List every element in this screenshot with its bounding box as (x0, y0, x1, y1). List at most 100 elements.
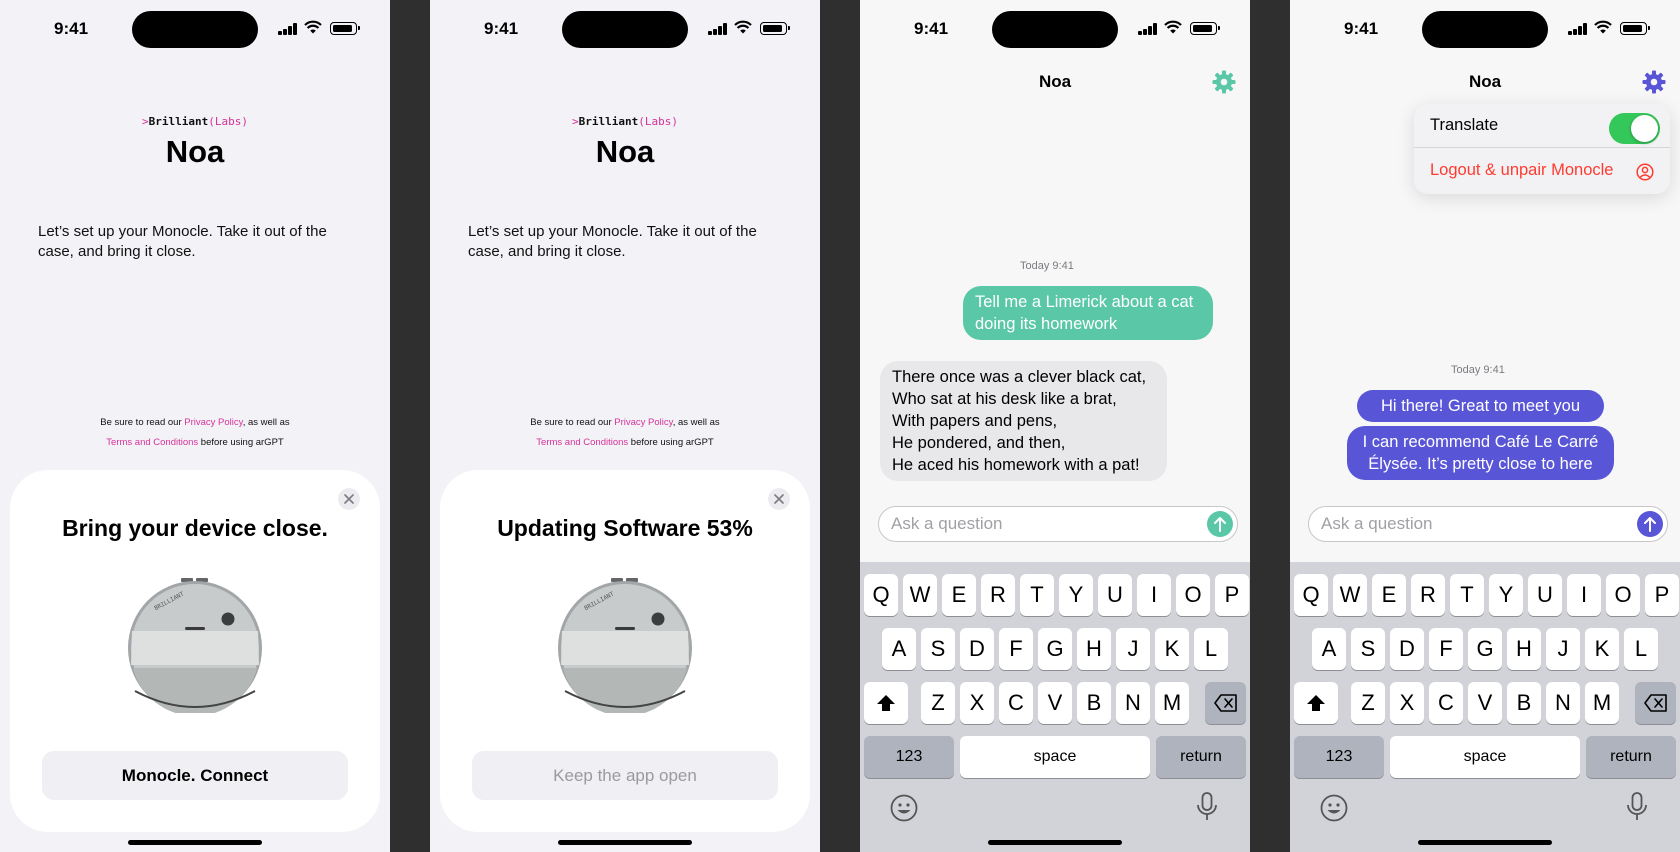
key-b[interactable]: B (1507, 682, 1541, 724)
return-key[interactable]: return (1156, 736, 1246, 778)
key-h[interactable]: H (1077, 628, 1111, 670)
key-a[interactable]: A (1312, 628, 1346, 670)
key-t[interactable]: T (1020, 574, 1054, 616)
microphone-icon[interactable] (1626, 792, 1648, 822)
terms-link[interactable]: Terms and Conditions (106, 437, 198, 448)
key-e[interactable]: E (942, 574, 976, 616)
key-u[interactable]: U (1528, 574, 1562, 616)
backspace-icon (1643, 694, 1667, 712)
sheet-title: Bring your device close. (62, 515, 328, 541)
key-k[interactable]: K (1585, 628, 1619, 670)
translate-row: Translate (1414, 104, 1670, 148)
key-m[interactable]: M (1155, 682, 1189, 724)
question-input[interactable] (1321, 507, 1621, 541)
key-f[interactable]: F (1429, 628, 1463, 670)
send-button[interactable] (1637, 511, 1663, 537)
key-s[interactable]: S (1351, 628, 1385, 670)
close-button[interactable] (338, 488, 360, 510)
close-button[interactable] (768, 488, 790, 510)
numbers-key[interactable]: 123 (864, 736, 954, 778)
key-c[interactable]: C (999, 682, 1033, 724)
key-a[interactable]: A (882, 628, 916, 670)
key-e[interactable]: E (1372, 574, 1406, 616)
key-r[interactable]: R (1411, 574, 1445, 616)
key-s[interactable]: S (921, 628, 955, 670)
key-q[interactable]: Q (1294, 574, 1328, 616)
key-v[interactable]: V (1038, 682, 1072, 724)
setup-instructions: Let’s set up your Monocle. Take it out o… (468, 223, 757, 260)
key-z[interactable]: Z (921, 682, 955, 724)
key-y[interactable]: Y (1489, 574, 1523, 616)
key-y[interactable]: Y (1059, 574, 1093, 616)
key-l[interactable]: L (1194, 628, 1228, 670)
key-u[interactable]: U (1098, 574, 1132, 616)
key-j[interactable]: J (1116, 628, 1150, 670)
key-l[interactable]: L (1624, 628, 1658, 670)
gear-icon[interactable] (1212, 70, 1236, 94)
key-n[interactable]: N (1116, 682, 1150, 724)
battery-icon (1620, 22, 1650, 35)
status-bar: 9:41 (860, 0, 1250, 56)
key-x[interactable]: X (1390, 682, 1424, 724)
key-d[interactable]: D (960, 628, 994, 670)
emoji-icon[interactable] (890, 794, 918, 822)
brand-logo: >Brilliant(Labs) (572, 115, 678, 128)
monocle-connect-button[interactable]: Monocle. Connect (42, 751, 348, 800)
key-t[interactable]: T (1450, 574, 1484, 616)
key-p[interactable]: P (1645, 574, 1679, 616)
assistant-message: Hi there! Great to meet you (1357, 390, 1604, 422)
update-progress-title: Updating Software 53% (497, 515, 753, 541)
key-m[interactable]: M (1585, 682, 1619, 724)
key-o[interactable]: O (1176, 574, 1210, 616)
shift-key[interactable] (1294, 682, 1338, 724)
key-r[interactable]: R (981, 574, 1015, 616)
key-i[interactable]: I (1137, 574, 1171, 616)
key-p[interactable]: P (1215, 574, 1249, 616)
key-o[interactable]: O (1606, 574, 1640, 616)
space-key[interactable]: space (960, 736, 1150, 778)
key-x[interactable]: X (960, 682, 994, 724)
logout-row[interactable]: Logout & unpair Monocle (1414, 149, 1670, 193)
monocle-device-image: BRILLIANT (558, 578, 692, 713)
send-button[interactable] (1207, 511, 1233, 537)
question-input-bar (1308, 506, 1668, 542)
shift-key[interactable] (864, 682, 908, 724)
key-n[interactable]: N (1546, 682, 1580, 724)
privacy-policy-link[interactable]: Privacy Policy (184, 417, 242, 428)
settings-menu: Translate Logout & unpair Monocle (1414, 104, 1670, 194)
arrow-up-icon (1214, 517, 1226, 532)
key-h[interactable]: H (1507, 628, 1541, 670)
key-j[interactable]: J (1546, 628, 1580, 670)
return-key[interactable]: return (1586, 736, 1676, 778)
key-v[interactable]: V (1468, 682, 1502, 724)
space-key[interactable]: space (1390, 736, 1580, 778)
numbers-key[interactable]: 123 (1294, 736, 1384, 778)
key-c[interactable]: C (1429, 682, 1463, 724)
translate-toggle[interactable] (1609, 113, 1660, 144)
emoji-icon[interactable] (1320, 794, 1348, 822)
legal-notice: Be sure to read our Privacy Policy, as w… (100, 417, 290, 448)
monocle-device-image: BRILLIANT (128, 578, 262, 713)
question-input[interactable] (891, 507, 1191, 541)
battery-icon (330, 22, 360, 35)
key-i[interactable]: I (1567, 574, 1601, 616)
key-f[interactable]: F (999, 628, 1033, 670)
microphone-icon[interactable] (1196, 792, 1218, 822)
key-b[interactable]: B (1077, 682, 1111, 724)
key-z[interactable]: Z (1351, 682, 1385, 724)
key-w[interactable]: W (1333, 574, 1367, 616)
key-g[interactable]: G (1038, 628, 1072, 670)
gear-icon[interactable] (1642, 70, 1666, 94)
assistant-message: There once was a clever black cat, Who s… (880, 361, 1167, 481)
privacy-policy-link[interactable]: Privacy Policy (614, 417, 672, 428)
arrow-up-icon (1644, 517, 1656, 532)
delete-key[interactable] (1205, 682, 1246, 724)
key-w[interactable]: W (903, 574, 937, 616)
key-q[interactable]: Q (864, 574, 898, 616)
key-d[interactable]: D (1390, 628, 1424, 670)
terms-link[interactable]: Terms and Conditions (536, 437, 628, 448)
status-time: 9:41 (914, 19, 949, 38)
key-g[interactable]: G (1468, 628, 1502, 670)
key-k[interactable]: K (1155, 628, 1189, 670)
delete-key[interactable] (1635, 682, 1676, 724)
